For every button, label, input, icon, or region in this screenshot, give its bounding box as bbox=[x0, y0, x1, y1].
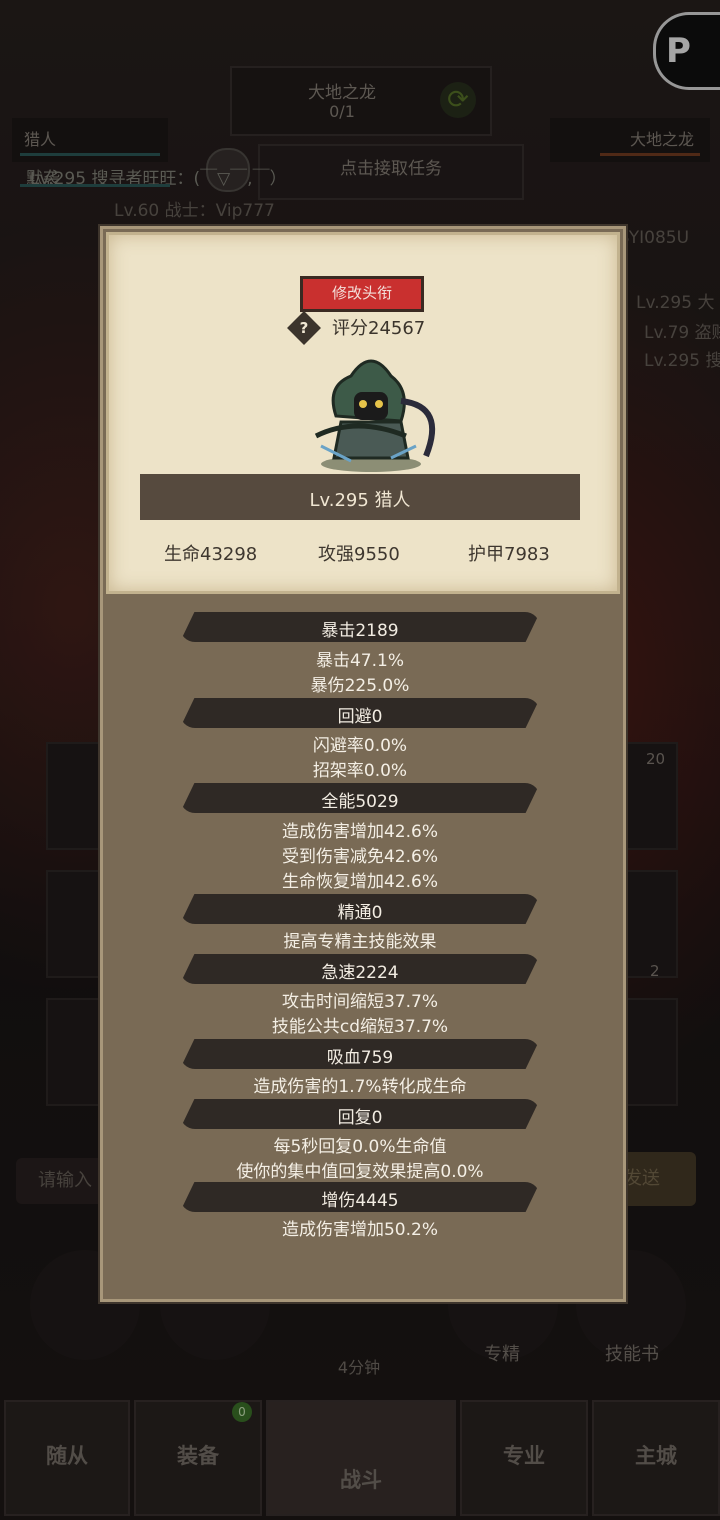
hero-name-banner: Lv.295 猎人 bbox=[140, 474, 580, 520]
hp-stat: 生命43298 bbox=[164, 544, 258, 565]
stat-header-lifesteal: 吸血759 bbox=[180, 1039, 540, 1069]
hero-level-name: Lv.295 猎人 bbox=[309, 490, 411, 511]
attack-stat: 攻强9550 bbox=[318, 544, 400, 565]
stat-line: 攻击时间缩短37.7% bbox=[281, 992, 438, 1012]
stat-header-mastery: 精通0 bbox=[180, 894, 540, 924]
hunter-character-icon bbox=[314, 359, 436, 472]
stat-line: 招架率0.0% bbox=[312, 761, 408, 781]
stat-line: 技能公共cd缩短37.7% bbox=[271, 1017, 449, 1037]
stat-header-damage-increase: 增伤4445 bbox=[180, 1182, 540, 1212]
stat-line: 暴伤225.0% bbox=[310, 676, 410, 696]
stat-header-crit: 暴击2189 bbox=[180, 612, 540, 642]
score-text: 评分24567 bbox=[332, 318, 426, 339]
stat-line: 造成伤害的1.7%转化成生命 bbox=[253, 1077, 467, 1097]
stat-line: 暴击47.1% bbox=[315, 651, 404, 671]
stat-line: 每5秒回复0.0%生命值 bbox=[273, 1137, 447, 1157]
stat-line: 使你的集中值回复效果提高0.0% bbox=[236, 1162, 484, 1182]
stat-header-avoidance: 回避0 bbox=[180, 698, 540, 728]
stat-header-haste: 急速2224 bbox=[180, 954, 540, 984]
stat-line: 提高专精主技能效果 bbox=[283, 932, 437, 952]
stat-line: 生命恢复增加42.6% bbox=[281, 872, 438, 892]
stat-header-versatility: 全能5029 bbox=[180, 783, 540, 813]
armor-stat: 护甲7983 bbox=[468, 544, 550, 565]
score-row: ? 评分24567 bbox=[287, 311, 452, 345]
help-icon[interactable]: ? bbox=[287, 311, 321, 345]
stat-line: 闪避率0.0% bbox=[312, 736, 408, 756]
edit-title-button[interactable]: 修改头衔 bbox=[300, 276, 424, 312]
stat-line: 受到伤害减免42.6% bbox=[281, 847, 438, 867]
stat-line: 造成伤害增加50.2% bbox=[281, 1220, 438, 1240]
stat-line: 造成伤害增加42.6% bbox=[281, 822, 438, 842]
stat-header-regen: 回复0 bbox=[180, 1099, 540, 1129]
